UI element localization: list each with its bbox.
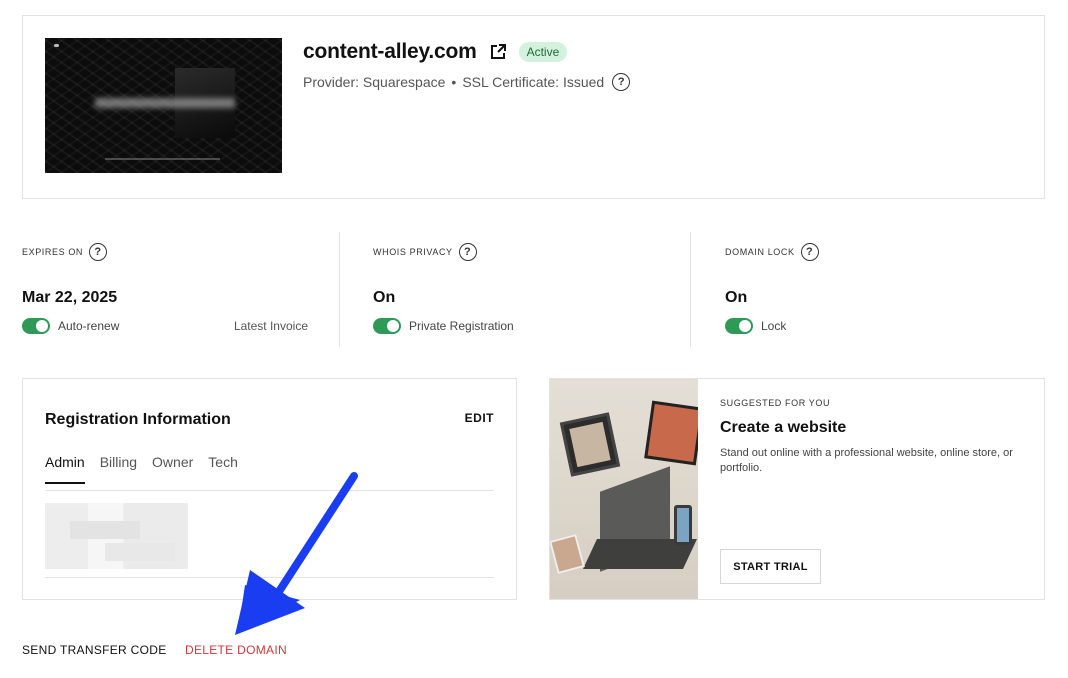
- lock-toggle[interactable]: [725, 318, 753, 334]
- whois-label-text: WHOIS PRIVACY: [373, 247, 453, 257]
- registration-tabs: Admin Billing Owner Tech: [45, 454, 253, 484]
- help-icon[interactable]: ?: [800, 243, 819, 261]
- tab-tech[interactable]: Tech: [208, 454, 238, 484]
- auto-renew-toggle[interactable]: [22, 318, 50, 334]
- tab-admin[interactable]: Admin: [45, 454, 85, 484]
- promo-laptop-screen: [644, 400, 698, 466]
- expires-value: Mar 22, 2025: [22, 289, 118, 306]
- domain-header: content-alley.com Active: [303, 40, 568, 64]
- promo-tablet-screen: [569, 421, 611, 468]
- private-registration-toggle[interactable]: [373, 318, 401, 334]
- domain-lock-value: On: [725, 289, 748, 306]
- start-trial-button[interactable]: START TRIAL: [720, 549, 821, 584]
- whois-value: On: [373, 289, 396, 306]
- tab-billing[interactable]: Billing: [100, 454, 137, 484]
- promo-phone: [674, 505, 692, 545]
- delete-domain-button[interactable]: DELETE DOMAIN: [185, 643, 287, 657]
- promo-small-tablet: [550, 533, 585, 575]
- domain-meta: Provider: Squarespace • SSL Certificate:…: [303, 73, 631, 91]
- help-icon[interactable]: ?: [89, 243, 108, 261]
- provider-text: Provider: Squarespace: [303, 74, 446, 90]
- domain-name[interactable]: content-alley.com: [303, 40, 477, 64]
- site-thumbnail[interactable]: [45, 38, 282, 173]
- ssl-text: SSL Certificate: Issued: [462, 74, 605, 90]
- registration-title: Registration Information: [45, 411, 231, 428]
- private-registration-label: Private Registration: [409, 319, 514, 333]
- meta-separator: •: [451, 74, 457, 90]
- thumbnail-logo: [54, 44, 59, 47]
- expires-label-text: EXPIRES ON: [22, 247, 84, 257]
- whois-section: WHOIS PRIVACY ? On Private Registration: [373, 232, 691, 347]
- thumbnail-blurred-text: [95, 98, 235, 108]
- external-link-icon[interactable]: [489, 43, 507, 61]
- auto-renew-label: Auto-renew: [58, 319, 120, 333]
- domain-card: content-alley.com Active Provider: Squar…: [22, 15, 1045, 199]
- status-badge: Active: [518, 42, 568, 62]
- promo-phone-screen: [677, 508, 689, 542]
- private-registration-row: Private Registration: [373, 318, 514, 334]
- expires-label: EXPIRES ON ?: [22, 243, 108, 261]
- promo-image: [550, 379, 698, 599]
- latest-invoice-link[interactable]: Latest Invoice: [234, 319, 308, 333]
- suggested-description: Stand out online with a professional web…: [720, 447, 1013, 474]
- help-icon[interactable]: ?: [612, 73, 631, 91]
- promo-tablet: [559, 412, 621, 477]
- help-icon[interactable]: ?: [458, 243, 477, 261]
- tabs-divider: [45, 490, 494, 491]
- lock-row: Lock: [725, 318, 786, 334]
- domain-lock-section: DOMAIN LOCK ? On Lock: [725, 232, 1043, 347]
- domain-lock-label-text: DOMAIN LOCK: [725, 247, 795, 257]
- tab-owner[interactable]: Owner: [152, 454, 193, 484]
- whois-label: WHOIS PRIVACY ?: [373, 243, 477, 261]
- send-transfer-code-button[interactable]: SEND TRANSFER CODE: [22, 643, 167, 657]
- suggested-title: Create a website: [720, 419, 847, 436]
- redacted-contact-info: [45, 503, 188, 569]
- lock-label: Lock: [761, 319, 787, 333]
- suggested-card: SUGGESTED FOR YOU Create a website Stand…: [549, 378, 1045, 600]
- thumbnail-caption: [105, 158, 220, 160]
- suggested-label: SUGGESTED FOR YOU: [720, 398, 831, 408]
- edit-button[interactable]: EDIT: [465, 411, 494, 425]
- expires-section: EXPIRES ON ? Mar 22, 2025 Auto-renew Lat…: [22, 232, 340, 347]
- registration-divider: [45, 577, 494, 578]
- registration-card: Registration Information EDIT Admin Bill…: [22, 378, 517, 600]
- auto-renew-row: Auto-renew: [22, 318, 119, 334]
- domain-lock-label: DOMAIN LOCK ?: [725, 243, 819, 261]
